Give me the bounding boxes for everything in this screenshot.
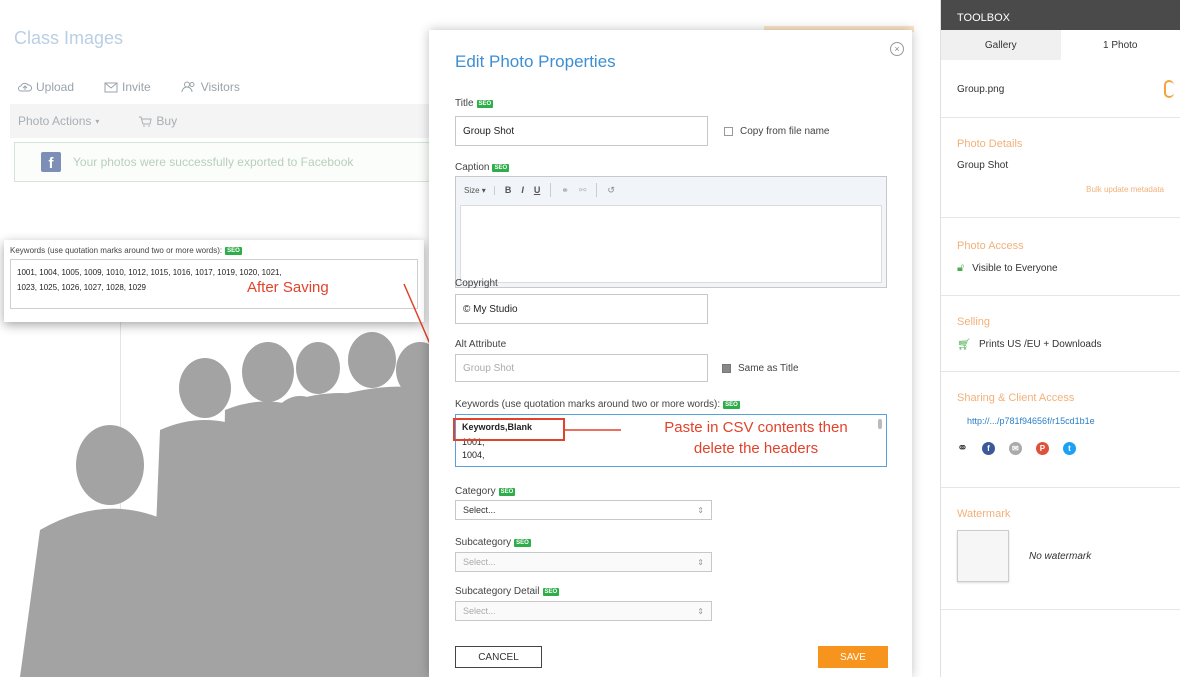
cart-icon: 🛒︎ (957, 339, 971, 351)
seo-badge: SEO (476, 99, 494, 108)
same-as-title-label: Same as Title (738, 363, 799, 374)
copy-from-file-checkbox[interactable]: Copy from file name (724, 126, 829, 137)
photo-access-title: Photo Access (957, 240, 1024, 252)
copyright-label: Copyright (455, 278, 498, 289)
tab-photo[interactable]: 1 Photo (1060, 30, 1180, 60)
select-arrows-icon: ⇕ (697, 557, 704, 567)
category-value: Select... (463, 505, 496, 515)
annotation-line (565, 429, 621, 431)
caption-textarea[interactable] (460, 205, 882, 283)
seo-badge: SEO (723, 400, 740, 409)
title-label: Title (455, 98, 474, 109)
seo-badge: SEO (514, 538, 531, 547)
subcategory-value: Select... (463, 557, 496, 567)
save-button[interactable]: SAVE (818, 646, 888, 668)
checkbox-box[interactable] (724, 127, 733, 136)
file-icon (1164, 80, 1174, 98)
tab-gallery[interactable]: Gallery (941, 30, 1061, 60)
link-icon[interactable]: ⚭ (561, 185, 569, 196)
title-label-row: Title SEO (455, 98, 494, 109)
bold-button[interactable]: B (505, 185, 512, 195)
keywords-label: Keywords (use quotation marks around two… (455, 399, 721, 410)
paste-annotation: Paste in CSV contents then delete the he… (619, 417, 893, 459)
photo-access-section: Photo Access 🔓︎ Visible to Everyone (941, 218, 1180, 296)
bulk-update-link[interactable]: Bulk update metadata (957, 185, 1164, 194)
photo-details-section: Photo Details Group Shot Bulk update met… (941, 118, 1180, 218)
copyright-field[interactable]: © My Studio (455, 294, 708, 324)
category-select[interactable]: Select... ⇕ (455, 500, 712, 520)
close-icon[interactable]: × (890, 42, 904, 56)
caption-toolbar: Size ▾ B I U ⚭ ⚯ ↺ (456, 177, 886, 203)
dialog-title: Edit Photo Properties (455, 52, 616, 71)
subcategory-label-row: Subcategory SEO (455, 537, 531, 548)
twitter-icon[interactable]: t (1062, 441, 1076, 455)
title-field[interactable]: Group Shot (455, 116, 708, 146)
underline-button[interactable]: U (534, 185, 541, 195)
keywords-label-row: Keywords (use quotation marks around two… (455, 399, 740, 410)
select-arrows-icon: ⇕ (697, 606, 704, 616)
watermark-row[interactable]: No watermark (957, 530, 1164, 582)
selling-row[interactable]: 🛒︎ Prints US /EU + Downloads (957, 338, 1164, 351)
link-icon[interactable]: ⚭ (957, 440, 968, 456)
pinterest-icon[interactable]: P (1035, 441, 1049, 455)
filename: Group.png (957, 84, 1005, 95)
subcategory-detail-label-row: Subcategory Detail SEO (455, 586, 560, 597)
subcategory-detail-select[interactable]: Select... ⇕ (455, 601, 712, 621)
font-size-label: Size (464, 185, 480, 195)
photo-details-title: Photo Details (957, 138, 1023, 150)
copy-from-file-label: Copy from file name (740, 126, 830, 137)
category-label: Category (455, 486, 496, 497)
toolbar-separator (596, 183, 598, 197)
undo-icon[interactable]: ↺ (607, 185, 615, 196)
paste-annotation-line: delete the headers (693, 440, 819, 457)
caption-editor: Size ▾ B I U ⚭ ⚯ ↺ (455, 176, 887, 288)
highlight-box (453, 418, 565, 441)
selling-section: Selling 🛒︎ Prints US /EU + Downloads (941, 296, 1180, 372)
sharing-link[interactable]: http://.../p781f94656f/r15cd1b1e (957, 416, 1164, 426)
selling-title: Selling (957, 316, 991, 328)
alt-attribute-field[interactable]: Group Shot (455, 354, 708, 382)
edit-photo-dialog: Edit Photo Properties × Title SEO Group … (429, 30, 912, 677)
alt-attribute-label: Alt Attribute (455, 339, 507, 350)
photo-details-value: Group Shot (957, 160, 1009, 171)
subcategory-label: Subcategory (455, 537, 512, 548)
toolbox-panel: TOOLBOX Gallery 1 Photo Group.png Photo … (940, 0, 1180, 677)
subcategory-detail-label: Subcategory Detail (455, 586, 540, 597)
share-icons-row: ⚭ f ✉ P t (957, 440, 1164, 456)
unlink-icon[interactable]: ⚯ (579, 185, 587, 196)
file-section: Group.png (941, 60, 1180, 118)
watermark-value: No watermark (1029, 550, 1092, 562)
email-icon[interactable]: ✉ (1008, 441, 1022, 455)
seo-badge: SEO (542, 587, 560, 596)
toolbar-separator (550, 183, 552, 197)
sharing-section: Sharing & Client Access http://.../p781f… (941, 372, 1180, 488)
toolbox-tabs: Gallery 1 Photo (941, 30, 1180, 60)
seo-badge: SEO (498, 487, 516, 496)
sharing-title: Sharing & Client Access (957, 392, 1075, 404)
category-label-row: Category SEO (455, 486, 516, 497)
caption-label: Caption (455, 162, 490, 173)
toolbox-header: TOOLBOX (941, 0, 1180, 30)
cancel-button[interactable]: CANCEL (455, 646, 542, 668)
caption-label-row: Caption SEO (455, 162, 510, 173)
same-as-title-checkbox[interactable]: Same as Title (722, 363, 799, 374)
select-arrows-icon: ⇕ (697, 505, 704, 515)
font-size-dropdown[interactable]: Size ▾ (464, 185, 495, 195)
watermark-section: Watermark No watermark (941, 488, 1180, 610)
lock-icon: 🔓︎ (957, 262, 965, 274)
subcategory-select[interactable]: Select... ⇕ (455, 552, 712, 572)
subcategory-detail-value: Select... (463, 606, 496, 616)
checkbox-box[interactable] (722, 364, 731, 373)
watermark-thumbnail[interactable] (957, 530, 1009, 582)
watermark-title: Watermark (957, 508, 1011, 520)
photo-access-row[interactable]: 🔓︎ Visible to Everyone (957, 262, 1164, 275)
italic-button[interactable]: I (521, 185, 524, 195)
facebook-icon[interactable]: f (981, 441, 995, 455)
photo-access-value: Visible to Everyone (972, 263, 1058, 274)
selling-value: Prints US /EU + Downloads (978, 339, 1102, 350)
seo-badge: SEO (492, 163, 510, 172)
paste-annotation-line: Paste in CSV contents then (664, 419, 848, 436)
